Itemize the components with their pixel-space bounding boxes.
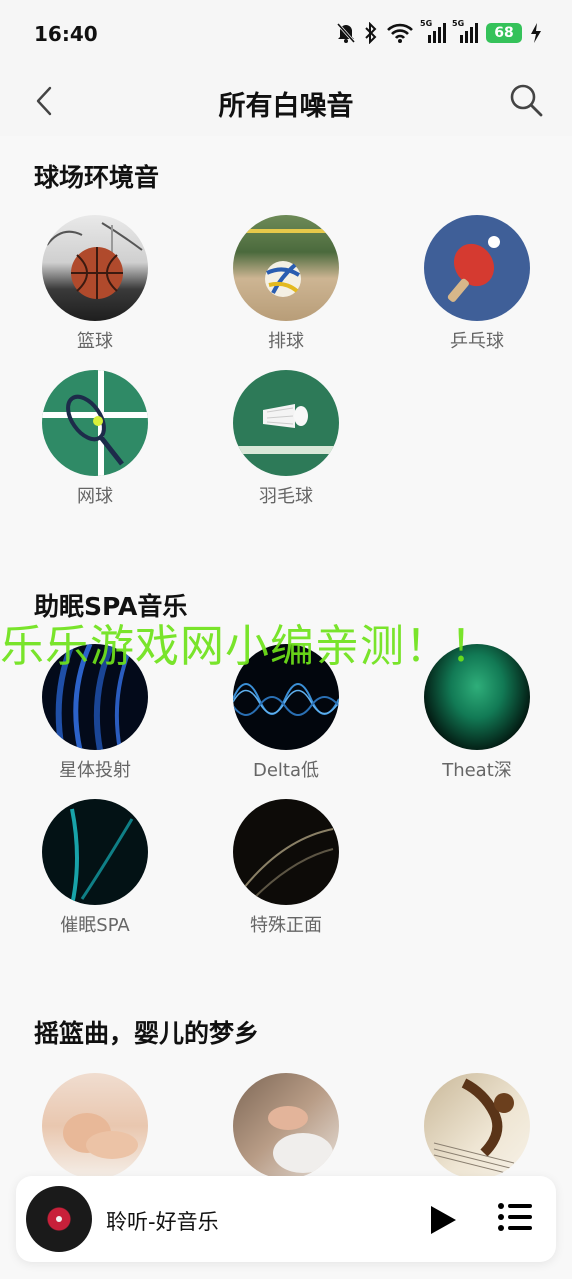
watermark-text: 乐乐游戏网小编亲测！！ (0, 621, 495, 672)
sound-item-violin[interactable] (407, 1073, 547, 1179)
list-icon (498, 1203, 532, 1231)
tennis-image (42, 370, 148, 476)
signal-5g-icon-1: 5G (420, 19, 446, 43)
sound-item-label: 特殊正面 (250, 915, 322, 936)
status-icons: 5G 5G 68 (336, 19, 542, 46)
table-tennis-image (424, 215, 530, 321)
network-label-1: 5G (420, 19, 433, 28)
sound-item-baby-hands[interactable] (216, 1073, 356, 1179)
sound-item-hypnosis-spa[interactable]: 催眠SPA (25, 799, 165, 937)
sound-item-table-tennis[interactable]: 乒乓球 (407, 215, 547, 353)
app-header: 所有白噪音 (0, 66, 572, 136)
mute-bell-icon (336, 23, 356, 43)
basketball-image (42, 215, 148, 321)
sound-item-special-front[interactable]: 特殊正面 (216, 799, 356, 937)
player-title[interactable]: 聆听-好音乐 (106, 1206, 219, 1236)
signal-5g-icon-2: 5G (452, 19, 478, 43)
sound-item-label: 星体投射 (59, 760, 131, 781)
baby-hands-image (233, 1073, 339, 1179)
sound-item-basketball[interactable]: 篮球 (25, 215, 165, 353)
sleeping-baby-image (42, 1073, 148, 1179)
wifi-icon (387, 23, 413, 43)
sound-item-tennis[interactable]: 网球 (25, 370, 165, 508)
sound-item-label: 篮球 (77, 331, 113, 352)
violin-sheet-music-image (424, 1073, 530, 1179)
badminton-image (233, 370, 339, 476)
sound-item-baby[interactable] (25, 1073, 165, 1179)
sound-item-label: 乒乓球 (450, 331, 504, 352)
status-bar: 16:40 5G 5G 68 (0, 0, 572, 66)
playlist-button[interactable] (498, 1202, 532, 1232)
bluetooth-icon (365, 22, 377, 44)
dark-light-trails-image (233, 799, 339, 905)
sound-item-label: 排球 (268, 331, 304, 352)
battery-icon: 68 (486, 23, 522, 43)
sound-item-label: 羽毛球 (259, 486, 313, 507)
charging-icon (531, 23, 541, 43)
page-title: 所有白噪音 (218, 91, 354, 122)
mini-player[interactable]: 聆听-好音乐 (16, 1176, 556, 1262)
vinyl-disc-icon[interactable] (26, 1186, 92, 1252)
search-icon (510, 84, 543, 117)
content-area[interactable]: 球场环境音 篮球 排球 乒乓球 网球 羽毛球 助眠SPA音乐 星体投射 Delt… (0, 136, 572, 1279)
play-icon (431, 1206, 456, 1234)
section-title-ball-court: 球场环境音 (34, 163, 160, 192)
sound-item-label: 催眠SPA (60, 915, 130, 936)
sound-item-volleyball[interactable]: 排球 (216, 215, 356, 353)
play-button[interactable] (428, 1204, 458, 1236)
sound-item-label: 网球 (77, 486, 113, 507)
sound-item-label: Theat深 (442, 760, 512, 781)
status-time: 16:40 (34, 22, 98, 46)
network-label-2: 5G (452, 19, 465, 28)
search-button[interactable] (508, 82, 544, 118)
section-title-lullaby: 摇篮曲，婴儿的梦乡 (34, 1019, 260, 1048)
sound-item-label: Delta低 (252, 760, 320, 781)
volleyball-image (233, 215, 339, 321)
sound-item-badminton[interactable]: 羽毛球 (216, 370, 356, 508)
teal-light-image (42, 799, 148, 905)
